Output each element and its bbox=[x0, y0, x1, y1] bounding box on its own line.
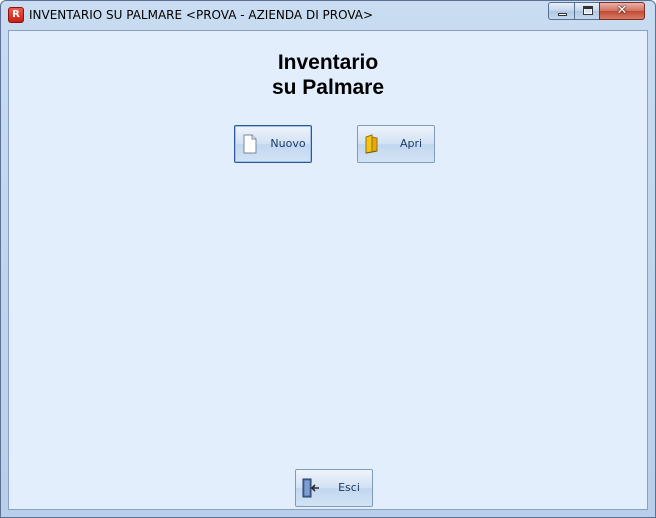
window-title: INVENTARIO SU PALMARE <PROVA - AZIENDA D… bbox=[29, 8, 374, 22]
esci-button[interactable]: Esci bbox=[295, 469, 373, 507]
maximize-button[interactable] bbox=[574, 2, 600, 20]
open-folder-icon bbox=[365, 134, 378, 154]
page-title-line-1: Inventario bbox=[277, 51, 379, 74]
apri-button[interactable]: Apri bbox=[357, 125, 435, 163]
nuovo-label: Nuovo bbox=[270, 137, 306, 150]
title-bar[interactable]: R INVENTARIO SU PALMARE <PROVA - AZIENDA… bbox=[1, 1, 655, 29]
app-window: R INVENTARIO SU PALMARE <PROVA - AZIENDA… bbox=[0, 0, 656, 518]
close-icon: ✕ bbox=[616, 3, 628, 18]
app-icon[interactable]: R bbox=[8, 7, 24, 23]
exit-door-icon bbox=[302, 478, 319, 498]
close-button[interactable]: ✕ bbox=[599, 2, 645, 20]
maximize-icon bbox=[583, 6, 593, 15]
minimize-button[interactable] bbox=[548, 2, 575, 20]
main-panel: Inventario su Palmare Nuovo Apri Esci bbox=[8, 30, 648, 510]
page-title-line-2: su Palmare bbox=[271, 76, 385, 99]
minimize-icon bbox=[558, 13, 567, 16]
apri-label: Apri bbox=[399, 137, 423, 150]
nuovo-button[interactable]: Nuovo bbox=[234, 125, 312, 163]
esci-label: Esci bbox=[338, 481, 360, 494]
new-document-icon bbox=[243, 134, 257, 154]
